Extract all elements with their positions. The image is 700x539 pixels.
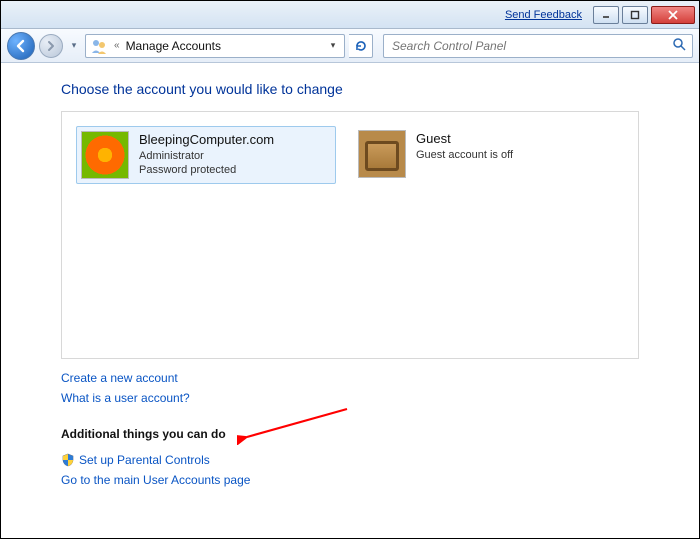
search-box[interactable] — [383, 34, 693, 58]
breadcrumb-dropdown[interactable]: ▾ — [326, 40, 340, 51]
account-info: Guest Guest account is off — [416, 130, 513, 178]
send-feedback-link[interactable]: Send Feedback — [505, 9, 582, 21]
account-info: BleepingComputer.com Administrator Passw… — [139, 131, 274, 179]
account-name: BleepingComputer.com — [139, 131, 274, 149]
forward-button[interactable] — [39, 34, 63, 58]
account-tile[interactable]: Guest Guest account is off — [354, 126, 614, 182]
account-status: Password protected — [139, 163, 274, 178]
account-role: Administrator — [139, 149, 274, 164]
refresh-button[interactable] — [349, 34, 373, 58]
breadcrumb-title: Manage Accounts — [126, 39, 320, 53]
parental-controls-label: Set up Parental Controls — [79, 453, 210, 467]
back-button[interactable] — [7, 32, 35, 60]
nav-history-dropdown[interactable]: ▾ — [67, 40, 81, 51]
account-status: Guest account is off — [416, 148, 513, 163]
create-account-link[interactable]: Create a new account — [61, 371, 639, 385]
minimize-button[interactable] — [593, 6, 619, 24]
navigation-toolbar: ▾ « Manage Accounts ▾ — [1, 29, 699, 63]
close-button[interactable] — [651, 6, 695, 24]
account-avatar — [358, 130, 406, 178]
titlebar: Send Feedback — [1, 1, 699, 29]
search-icon — [672, 37, 686, 54]
page-title: Choose the account you would like to cha… — [61, 81, 639, 97]
account-avatar — [81, 131, 129, 179]
parental-controls-link[interactable]: Set up Parental Controls — [61, 453, 639, 467]
chevron-icon: « — [114, 40, 120, 51]
window: Send Feedback ▾ « Manage Accounts ▾ — [0, 0, 700, 539]
content-area: Choose the account you would like to cha… — [1, 63, 699, 538]
shield-icon — [61, 453, 75, 467]
breadcrumb[interactable]: « Manage Accounts ▾ — [85, 34, 345, 58]
action-links: Create a new account What is a user acco… — [61, 371, 639, 405]
account-tile[interactable]: BleepingComputer.com Administrator Passw… — [76, 126, 336, 184]
additional-links: Set up Parental Controls Go to the main … — [61, 453, 639, 487]
search-input[interactable] — [390, 38, 666, 54]
account-name: Guest — [416, 130, 513, 148]
accounts-list: BleepingComputer.com Administrator Passw… — [61, 111, 639, 359]
additional-heading: Additional things you can do — [61, 427, 639, 441]
main-user-accounts-link[interactable]: Go to the main User Accounts page — [61, 473, 639, 487]
what-is-user-account-link[interactable]: What is a user account? — [61, 391, 639, 405]
maximize-button[interactable] — [622, 6, 648, 24]
user-accounts-icon — [90, 37, 108, 55]
